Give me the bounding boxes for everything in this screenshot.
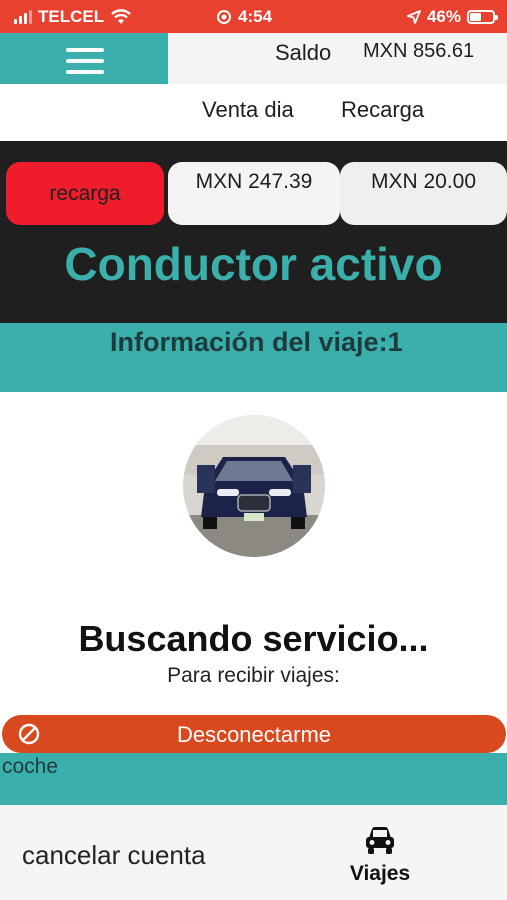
signal-bars-icon bbox=[14, 10, 32, 24]
tab-viajes[interactable]: Viajes bbox=[330, 822, 430, 890]
status-right: 46% bbox=[407, 7, 498, 27]
status-bar: TELCEL 4:54 46% bbox=[0, 0, 507, 33]
carrier-name: TELCEL bbox=[38, 7, 105, 26]
vehicle-photo bbox=[183, 415, 325, 557]
secondary-balance-pill: MXN 20.00 bbox=[340, 162, 507, 225]
carrier-group: TELCEL bbox=[14, 7, 132, 27]
alarm-icon bbox=[217, 10, 231, 24]
wifi-icon bbox=[111, 9, 131, 24]
saldo-value: MXN 856.61 bbox=[363, 40, 475, 62]
battery-percent: 46% bbox=[426, 7, 461, 26]
car-icon bbox=[366, 827, 394, 854]
receive-trips-label: Para recibir viajes: bbox=[167, 664, 340, 687]
car-photo bbox=[183, 415, 325, 557]
recarga-button[interactable]: recarga bbox=[6, 162, 164, 225]
clock-group: 4:54 bbox=[216, 7, 272, 27]
cancel-account-link[interactable]: cancelar cuenta bbox=[22, 840, 234, 871]
hamburger-menu-icon[interactable] bbox=[66, 48, 104, 76]
balance-pill: MXN 247.39 bbox=[168, 162, 340, 225]
battery-icon bbox=[467, 10, 498, 24]
disconnect-button[interactable]: Desconectarme bbox=[2, 715, 506, 753]
clock-time: 4:54 bbox=[238, 7, 273, 26]
saldo-label: Saldo bbox=[275, 40, 332, 65]
tab-viajes-label: Viajes bbox=[349, 862, 411, 885]
disconnect-label: Desconectarme bbox=[176, 722, 332, 747]
trip-info-text: Información del viaje:1 bbox=[110, 327, 403, 357]
location-arrow-icon bbox=[407, 10, 421, 24]
car-label: coche bbox=[2, 755, 59, 778]
car-band bbox=[0, 753, 507, 805]
searching-service-heading: Buscando servicio... bbox=[78, 618, 429, 659]
driver-status-title: Conductor activo bbox=[64, 238, 443, 290]
nav-recarga[interactable]: Recarga bbox=[341, 97, 424, 123]
nav-venta-dia[interactable]: Venta dia bbox=[202, 97, 294, 123]
